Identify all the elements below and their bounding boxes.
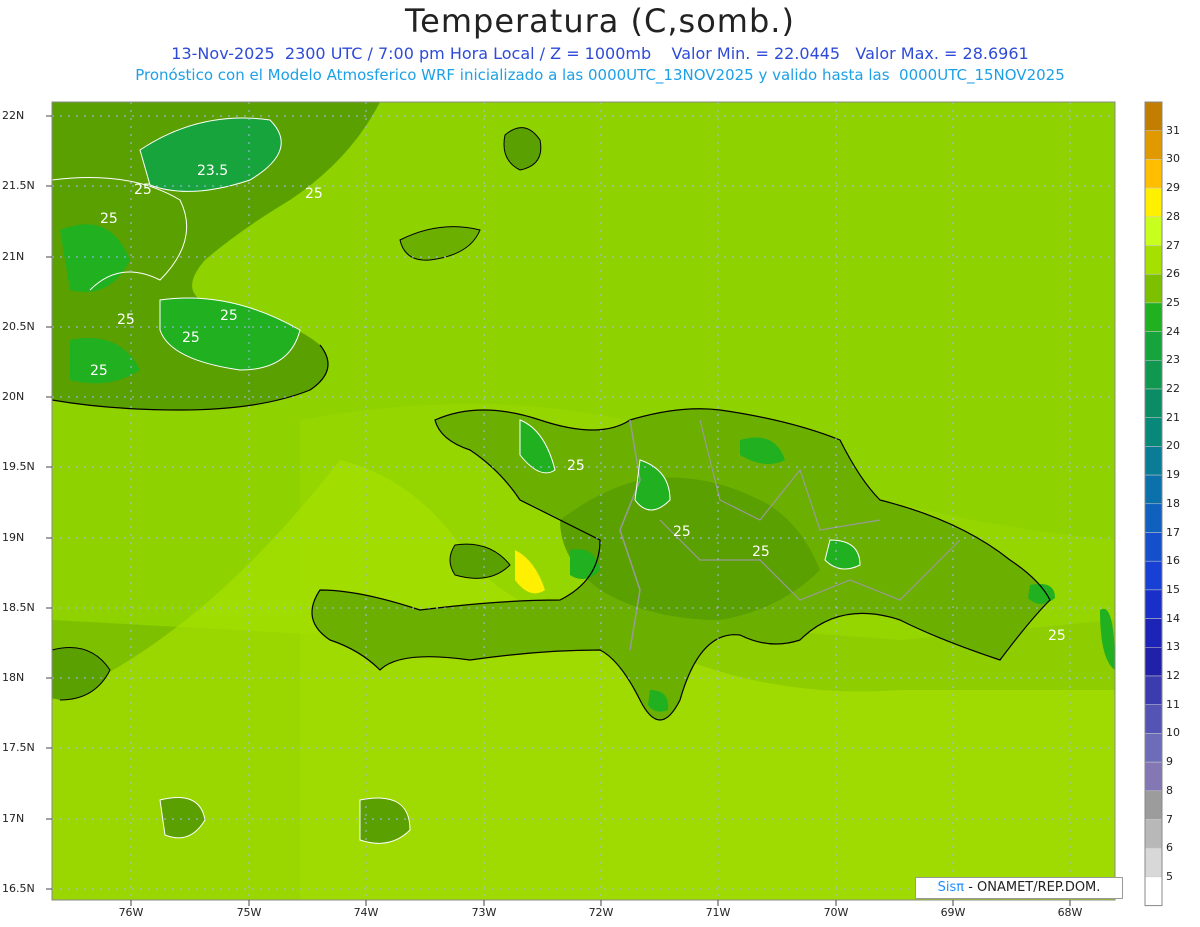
- colorbar-tick-label: 14: [1166, 611, 1180, 625]
- contour-label: 25: [220, 308, 238, 324]
- colorbar-tick-label: 28: [1166, 209, 1180, 223]
- colorbar-swatch: [1144, 187, 1163, 218]
- lon-label: 70W: [823, 906, 849, 919]
- colorbar-swatch: [1144, 876, 1163, 906]
- lon-label: 76W: [118, 906, 144, 919]
- colorbar-swatch: [1144, 761, 1163, 792]
- contour-label: 25: [752, 544, 770, 560]
- colorbar-tick-label: 19: [1166, 468, 1180, 482]
- colorbar-swatch: [1144, 130, 1163, 160]
- colorbar-swatch: [1144, 733, 1163, 763]
- lat-label: 20N: [2, 390, 25, 403]
- contour-label: 25: [100, 211, 118, 227]
- colorbar-swatch: [1144, 331, 1163, 361]
- contour-label: 25: [1048, 628, 1066, 644]
- colorbar-swatch: [1144, 474, 1163, 505]
- lon-label: 68W: [1057, 906, 1083, 919]
- sispi-logo-text: Sisπ: [937, 880, 965, 895]
- colorbar-tick-label: 6: [1166, 841, 1173, 855]
- colorbar-tick-label: 9: [1166, 755, 1173, 769]
- colorbar-tick-label: 13: [1166, 640, 1180, 654]
- colorbar-swatch: [1144, 704, 1163, 734]
- colorbar-tick-label: 23: [1166, 353, 1180, 367]
- colorbar-tick-label: 26: [1166, 267, 1180, 281]
- contour-label: 23.5: [197, 163, 228, 179]
- colorbar-swatch: [1144, 589, 1163, 619]
- colorbar-swatch: [1144, 790, 1163, 820]
- colorbar-tick-label: 27: [1166, 238, 1180, 252]
- credit-box: Sisπ - ONAMET/REP.DOM.: [915, 877, 1123, 899]
- colorbar-tick-label: 22: [1166, 382, 1180, 395]
- colorbar-tick-label: 20: [1166, 439, 1180, 453]
- colorbar-swatch: [1144, 159, 1163, 189]
- contour-label: 25: [673, 524, 691, 540]
- colorbar-tick-label: 16: [1166, 554, 1180, 568]
- lat-label: 16.5N: [2, 882, 35, 895]
- lat-label: 22N: [2, 109, 25, 122]
- contour-label: 25: [305, 186, 323, 202]
- colorbar-swatch: [1144, 847, 1163, 878]
- lat-label: 17N: [2, 812, 25, 825]
- credit-org: - ONAMET/REP.DOM.: [964, 880, 1101, 895]
- colorbar-swatch: [1144, 560, 1163, 591]
- lat-label: 21.5N: [2, 179, 35, 192]
- colorbar-swatch: [1144, 360, 1163, 390]
- colorbar-tick-label: 24: [1166, 324, 1180, 338]
- contour-label: 25: [90, 363, 108, 379]
- colorbar-tick-label: 25: [1166, 295, 1180, 309]
- subtitle-valid-time: 13-Nov-2025 2300 UTC / 7:00 pm Hora Loca…: [171, 44, 1029, 63]
- colorbar-swatch: [1144, 618, 1163, 648]
- colorbar-swatch: [1144, 302, 1163, 332]
- lon-label: 71W: [705, 906, 731, 919]
- colorbar-swatch: [1144, 245, 1163, 275]
- colorbar-tick-label: 31: [1166, 123, 1180, 137]
- lat-label: 20.5N: [2, 320, 35, 333]
- colorbar-swatch: [1144, 216, 1163, 246]
- colorbar-tick-label: 30: [1166, 152, 1180, 166]
- subtitle-model-info: Pronóstico con el Modelo Atmosferico WRF…: [135, 66, 1065, 84]
- colorbar-tick-label: 21: [1166, 410, 1180, 424]
- map-title: Temperatura (C,somb.): [405, 2, 795, 40]
- lat-label: 21N: [2, 250, 25, 263]
- colorbar-tick-label: 29: [1166, 181, 1180, 195]
- colorbar-tick-label: 10: [1166, 726, 1180, 740]
- lat-label: 18N: [2, 671, 25, 684]
- colorbar-tick-label: 12: [1166, 669, 1180, 682]
- contour-label: 25: [134, 182, 152, 198]
- lon-label: 75W: [236, 906, 262, 919]
- temperature-map: 23.5 25 25 25 25 25 25 25 25 25 25 25: [46, 101, 1163, 907]
- lon-label: 74W: [353, 906, 379, 919]
- colorbar-swatch: [1144, 417, 1163, 447]
- colorbar-swatch: [1144, 388, 1163, 418]
- colorbar-tick-label: 18: [1166, 496, 1180, 510]
- colorbar-swatch: [1144, 273, 1163, 304]
- lat-label: 19N: [2, 531, 25, 544]
- colorbar-swatch: [1144, 101, 1163, 131]
- colorbar-tick-label: 7: [1166, 812, 1173, 826]
- lon-label: 73W: [471, 906, 497, 919]
- colorbar: [1144, 101, 1163, 907]
- colorbar-swatch: [1144, 647, 1163, 677]
- colorbar-tick-label: 11: [1166, 697, 1180, 711]
- colorbar-tick-label: 5: [1166, 869, 1173, 883]
- colorbar-tick-label: 17: [1166, 525, 1180, 539]
- colorbar-swatch: [1144, 819, 1163, 849]
- lon-label: 72W: [588, 906, 614, 919]
- contour-label: 25: [182, 330, 200, 346]
- colorbar-tick-label: 15: [1166, 582, 1180, 596]
- colorbar-swatch: [1144, 675, 1163, 705]
- colorbar-swatch: [1144, 446, 1163, 476]
- lat-label: 18.5N: [2, 601, 35, 614]
- colorbar-swatch: [1144, 532, 1163, 562]
- lon-label: 69W: [940, 906, 966, 919]
- colorbar-tick-label: 8: [1166, 783, 1173, 797]
- lat-label: 19.5N: [2, 460, 35, 473]
- colorbar-swatch: [1144, 503, 1163, 533]
- contour-label: 25: [567, 458, 585, 474]
- contour-label: 25: [117, 312, 135, 328]
- lat-label: 17.5N: [2, 741, 35, 754]
